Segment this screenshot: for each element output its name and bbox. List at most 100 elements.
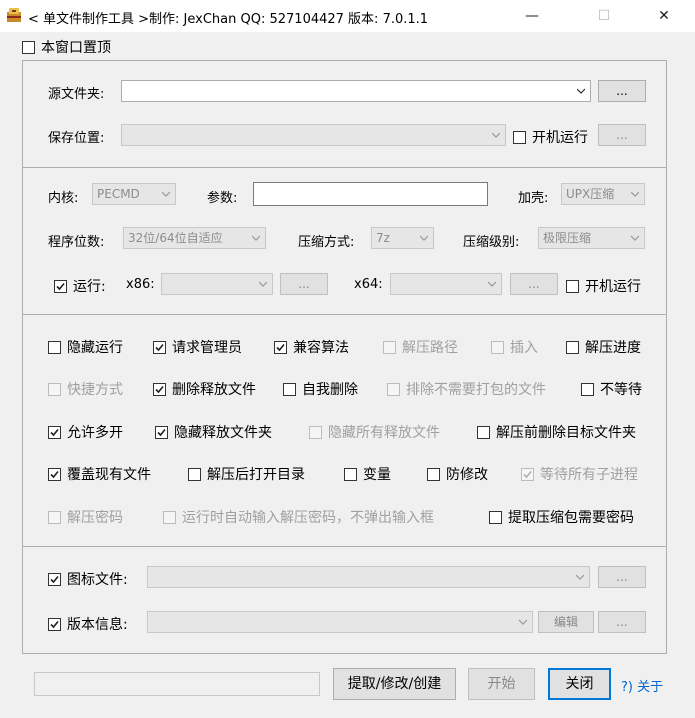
- admin-checkbox[interactable]: 请求管理员: [153, 337, 242, 357]
- no-wait-label: 不等待: [600, 382, 642, 398]
- compress-level-label: 压缩级别:: [463, 235, 520, 250]
- compress-level-combo[interactable]: 极限压缩: [538, 227, 645, 249]
- title-bar: < 单文件制作工具 >制作: JexChan QQ: 527104427 版本:…: [0, 0, 695, 32]
- about-link[interactable]: ?) 关于: [621, 676, 663, 695]
- chevron-down-icon: [631, 191, 639, 197]
- checkbox-box: [188, 467, 201, 481]
- hide-run-checkbox[interactable]: 隐藏运行: [48, 337, 123, 357]
- kernel-combo[interactable]: PECMD: [92, 183, 176, 205]
- chevron-down-icon: [492, 132, 500, 138]
- extract-modify-create-button[interactable]: 提取/修改/创建: [333, 668, 456, 700]
- shortcut-label: 快捷方式: [67, 382, 123, 398]
- variable-checkbox[interactable]: 变量: [344, 464, 391, 484]
- extract-need-password-checkbox[interactable]: 提取压缩包需要密码: [489, 507, 634, 527]
- shell-combo[interactable]: UPX压缩: [561, 183, 645, 205]
- source-folder-combo[interactable]: [121, 80, 591, 102]
- checkbox-box: [163, 510, 176, 524]
- x86-label: x86:: [126, 277, 155, 292]
- main-panel: [22, 60, 667, 654]
- open-dir-after-label: 解压后打开目录: [207, 467, 305, 483]
- exclude-unneeded-label: 排除不需要打包的文件: [406, 382, 546, 398]
- exclude-unneeded-checkbox: 排除不需要打包的文件: [387, 379, 546, 399]
- compat-checkbox[interactable]: 兼容算法: [274, 337, 349, 357]
- hide-release-folder-checkbox[interactable]: 隐藏释放文件夹: [155, 422, 272, 442]
- run-boot-run-checkbox[interactable]: 开机运行: [566, 276, 641, 296]
- version-info-combo[interactable]: [147, 611, 533, 633]
- checkbox-box: [491, 340, 504, 354]
- self-delete-checkbox[interactable]: 自我删除: [283, 379, 358, 399]
- checkbox-box: [48, 382, 61, 396]
- run-checkbox[interactable]: 运行:: [54, 276, 106, 296]
- checkbox-box: [489, 510, 502, 524]
- checkbox-box: [54, 279, 67, 293]
- allow-multi-checkbox[interactable]: 允许多开: [48, 422, 123, 442]
- hide-release-folder-label: 隐藏释放文件夹: [174, 425, 272, 441]
- icon-file-checkbox[interactable]: 图标文件:: [48, 569, 128, 589]
- chevron-down-icon: [576, 574, 584, 580]
- self-delete-label: 自我删除: [302, 382, 358, 398]
- icon-file-browse-button: ...: [598, 566, 646, 588]
- extract-password-label: 解压密码: [67, 510, 123, 526]
- window-title: < 单文件制作工具 >制作: JexChan QQ: 527104427 版本:…: [28, 12, 429, 27]
- anti-modify-checkbox[interactable]: 防修改: [427, 464, 488, 484]
- x64-label: x64:: [354, 277, 383, 292]
- compress-method-label: 压缩方式:: [298, 235, 355, 250]
- x64-combo[interactable]: [390, 273, 502, 295]
- checkbox-box: [48, 572, 61, 586]
- x86-combo[interactable]: [161, 273, 273, 295]
- close-button[interactable]: 关闭: [548, 668, 611, 700]
- extract-path-checkbox: 解压路径: [383, 337, 458, 357]
- icon-file-label: 图标文件:: [67, 572, 128, 588]
- delete-target-before-checkbox[interactable]: 解压前删除目标文件夹: [477, 422, 636, 442]
- app-icon: [7, 8, 21, 22]
- close-window-button[interactable]: ✕: [641, 0, 687, 32]
- shell-label: 加壳:: [518, 191, 549, 206]
- separator: [23, 167, 666, 168]
- bits-combo[interactable]: 32位/64位自适应: [123, 227, 266, 249]
- checkbox-box: [477, 425, 490, 439]
- checkbox-box: [155, 425, 168, 439]
- minimize-button[interactable]: —: [509, 0, 555, 32]
- extract-password-checkbox: 解压密码: [48, 507, 123, 527]
- checkbox-box: [427, 467, 440, 481]
- save-boot-run-checkbox[interactable]: 开机运行: [513, 127, 588, 147]
- checkbox-box: [48, 340, 61, 354]
- save-browse-button: ...: [598, 124, 646, 146]
- compress-method-combo[interactable]: 7z: [371, 227, 434, 249]
- params-input[interactable]: [253, 182, 488, 206]
- checkbox-box: [48, 425, 61, 439]
- admin-label: 请求管理员: [172, 340, 242, 356]
- save-location-combo[interactable]: [121, 124, 506, 146]
- delete-released-checkbox[interactable]: 删除释放文件: [153, 379, 256, 399]
- source-browse-button[interactable]: ...: [598, 80, 646, 102]
- topmost-checkbox[interactable]: 本窗口置顶: [22, 37, 111, 57]
- chevron-down-icon: [420, 235, 428, 241]
- wait-all-children-checkbox: 等待所有子进程: [521, 464, 638, 484]
- version-info-checkbox[interactable]: 版本信息:: [48, 614, 128, 634]
- checkbox-box: [566, 340, 579, 354]
- icon-file-combo[interactable]: [147, 566, 590, 588]
- checkbox-box: [48, 510, 61, 524]
- hide-all-released-checkbox: 隐藏所有释放文件: [309, 422, 440, 442]
- overwrite-checkbox[interactable]: 覆盖现有文件: [48, 464, 151, 484]
- chevron-down-icon: [488, 281, 496, 287]
- save-location-label: 保存位置:: [48, 131, 105, 146]
- chevron-down-icon: [631, 235, 639, 241]
- overwrite-label: 覆盖现有文件: [67, 467, 151, 483]
- extract-need-password-label: 提取压缩包需要密码: [508, 510, 634, 526]
- checkbox-box: [566, 279, 579, 293]
- version-info-label: 版本信息:: [67, 617, 128, 633]
- no-wait-checkbox[interactable]: 不等待: [581, 379, 642, 399]
- separator: [23, 314, 666, 315]
- checkbox-box: [153, 340, 166, 354]
- start-button: 开始: [468, 668, 535, 700]
- chevron-down-icon: [162, 191, 170, 197]
- extract-progress-checkbox[interactable]: 解压进度: [566, 337, 641, 357]
- params-label: 参数:: [207, 191, 238, 206]
- chevron-down-icon: [252, 235, 260, 241]
- auto-password-label: 运行时自动输入解压密码，不弹出输入框: [182, 510, 434, 526]
- x86-browse-button: ...: [280, 273, 328, 295]
- checkbox-box: [22, 40, 35, 54]
- open-dir-after-checkbox[interactable]: 解压后打开目录: [188, 464, 305, 484]
- chevron-down-icon: [577, 88, 585, 94]
